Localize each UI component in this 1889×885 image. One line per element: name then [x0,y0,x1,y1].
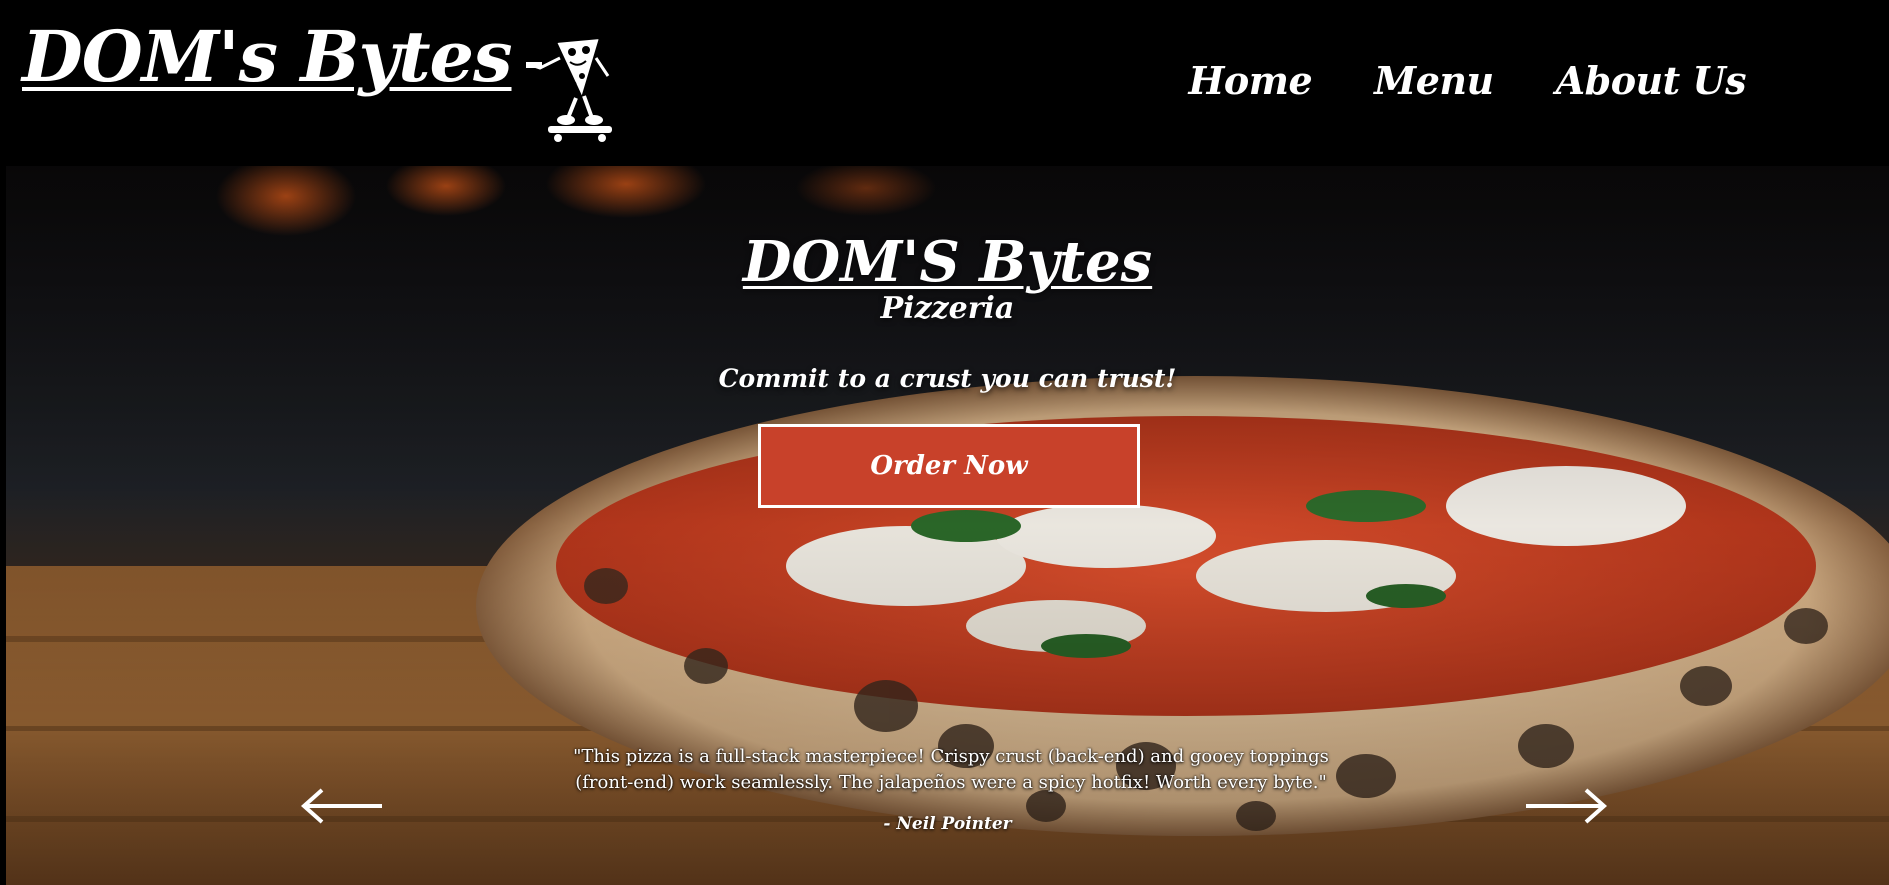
hero-section: DOM'S Bytes Pizzeria Commit to a crust y… [6,166,1889,885]
main-nav: Home Menu About Us [1189,58,1747,103]
site-header: DOM's Bytes Home Menu About Us [0,0,1889,166]
hero-title: DOM'S Bytes [742,229,1153,295]
arrow-left-icon[interactable] [298,788,384,824]
brand-title[interactable]: DOM's Bytes [22,22,512,92]
brand[interactable]: DOM's Bytes [22,14,618,144]
order-now-button[interactable]: Order Now [758,424,1140,508]
nav-home-link[interactable]: Home [1189,58,1313,103]
nav-menu-link[interactable]: Menu [1374,58,1494,103]
hero-tagline: Commit to a crust you can trust! [718,364,1177,393]
testimonial-quote: "This pizza is a full-stack masterpiece!… [573,746,1329,793]
pizza-mascot-logo-icon [525,28,618,144]
nav-about-us-link[interactable]: About Us [1556,58,1747,103]
hero-subtitle: Pizzeria [880,291,1015,326]
arrow-right-icon[interactable] [1524,788,1610,824]
